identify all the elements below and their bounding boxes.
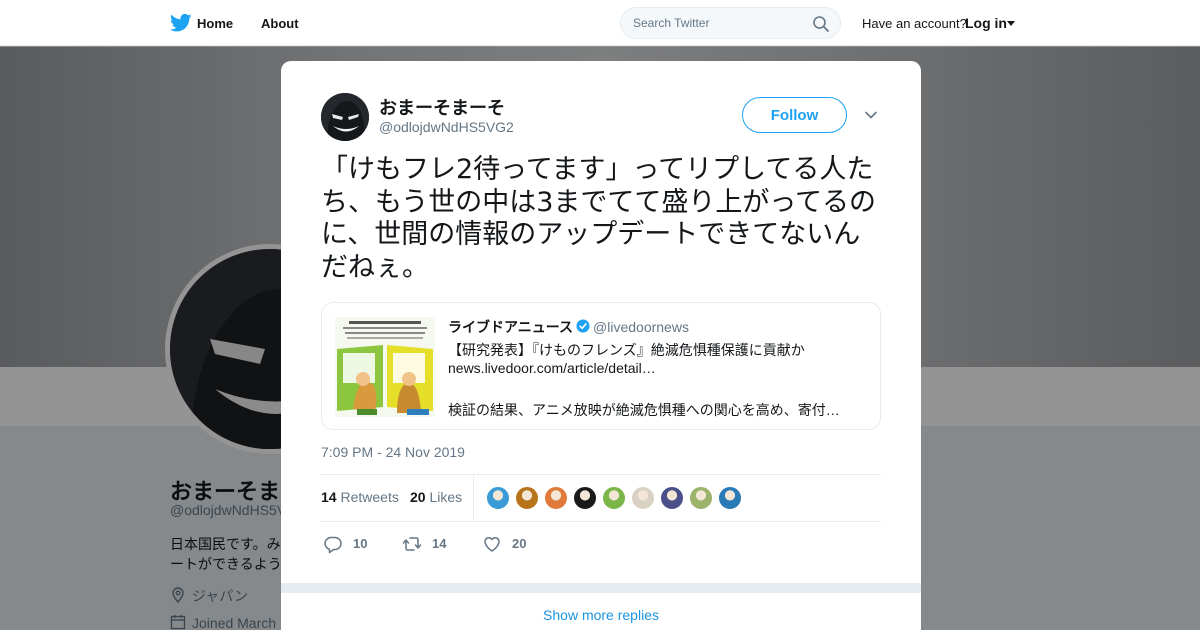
verified-badge-icon: [576, 319, 590, 333]
retweets-stat[interactable]: 14 Retweets: [321, 489, 399, 505]
quoted-tweet-image: [335, 317, 435, 417]
close-icon[interactable]: [1154, 12, 1178, 36]
nav-home-link[interactable]: Home: [197, 16, 233, 31]
liker-avatar-7[interactable]: [660, 486, 684, 510]
liker-avatar-6[interactable]: [631, 486, 655, 510]
retweets-label: Retweets: [340, 489, 399, 505]
chevron-down-icon[interactable]: [1007, 21, 1015, 26]
liker-avatar-8[interactable]: [689, 486, 713, 510]
author-avatar[interactable]: [321, 93, 369, 141]
search-icon[interactable]: [812, 15, 830, 33]
liker-avatar-2[interactable]: [515, 486, 539, 510]
liker-avatar-9[interactable]: [718, 486, 742, 510]
quoted-tweet-line: 検証の結果、アニメ放映が絶滅危惧種への関心を高め、寄付…: [448, 402, 840, 418]
reply-icon: [324, 536, 342, 554]
author-name[interactable]: おまーそまーそ: [379, 94, 505, 120]
quoted-tweet-link[interactable]: news.livedoor.com/article/detail…: [448, 360, 656, 376]
have-account-text: Have an account?: [862, 16, 967, 31]
retweet-icon: [402, 537, 422, 551]
reply-count: 10: [353, 536, 368, 551]
search-box: [620, 7, 841, 39]
chevron-down-icon[interactable]: [863, 107, 879, 123]
follow-button[interactable]: Follow: [742, 97, 847, 133]
quoted-author-handle: @livedoornews: [593, 319, 689, 335]
tweet-timestamp[interactable]: 7:09 PM - 24 Nov 2019: [321, 444, 465, 460]
quoted-tweet-line: 【研究発表】『けものフレンズ』絶滅危惧種保護に貢献か: [448, 342, 805, 358]
divider: [321, 474, 881, 475]
top-navigation-bar: Home About Have an account? Log in: [0, 0, 1200, 46]
tweet-modal: おまーそまーそ @odlojdwNdHS5VG2 Follow 「けもフレ2待っ…: [281, 61, 921, 630]
section-separator: [281, 583, 921, 593]
article-thumbnail-icon: [335, 317, 435, 417]
quoted-author: ライブドアニュース @livedoornews: [448, 317, 689, 337]
heart-icon: [484, 537, 500, 552]
author-handle[interactable]: @odlojdwNdHS5VG2: [379, 119, 514, 135]
search-input[interactable]: [633, 16, 803, 30]
tweet-text: 「けもフレ2待ってます」ってリプしてる人たち、もう世の中は3までてて盛り上がって…: [321, 154, 877, 283]
likes-stat[interactable]: 20 Likes: [410, 489, 462, 505]
avatar-face-icon: [321, 93, 369, 141]
login-link[interactable]: Log in: [965, 15, 1007, 31]
liker-avatar-5[interactable]: [602, 486, 626, 510]
likes-count: 20: [410, 489, 426, 505]
retweet-count: 14: [432, 536, 447, 551]
divider: [321, 521, 881, 522]
nav-about-link[interactable]: About: [261, 16, 299, 31]
show-more-replies-link[interactable]: Show more replies: [281, 607, 921, 623]
liker-avatar-3[interactable]: [544, 486, 568, 510]
twitter-bird-icon[interactable]: [170, 13, 192, 33]
liker-avatar-1[interactable]: [486, 486, 510, 510]
likes-label: Likes: [429, 489, 463, 505]
quoted-author-name: ライブドアニュース: [448, 319, 574, 335]
retweets-count: 14: [321, 489, 337, 505]
liker-avatar-4[interactable]: [573, 486, 597, 510]
like-count: 20: [512, 536, 527, 551]
quoted-tweet-card[interactable]: ライブドアニュース @livedoornews 【研究発表】『けものフレンズ』絶…: [321, 302, 881, 430]
divider: [473, 475, 474, 521]
